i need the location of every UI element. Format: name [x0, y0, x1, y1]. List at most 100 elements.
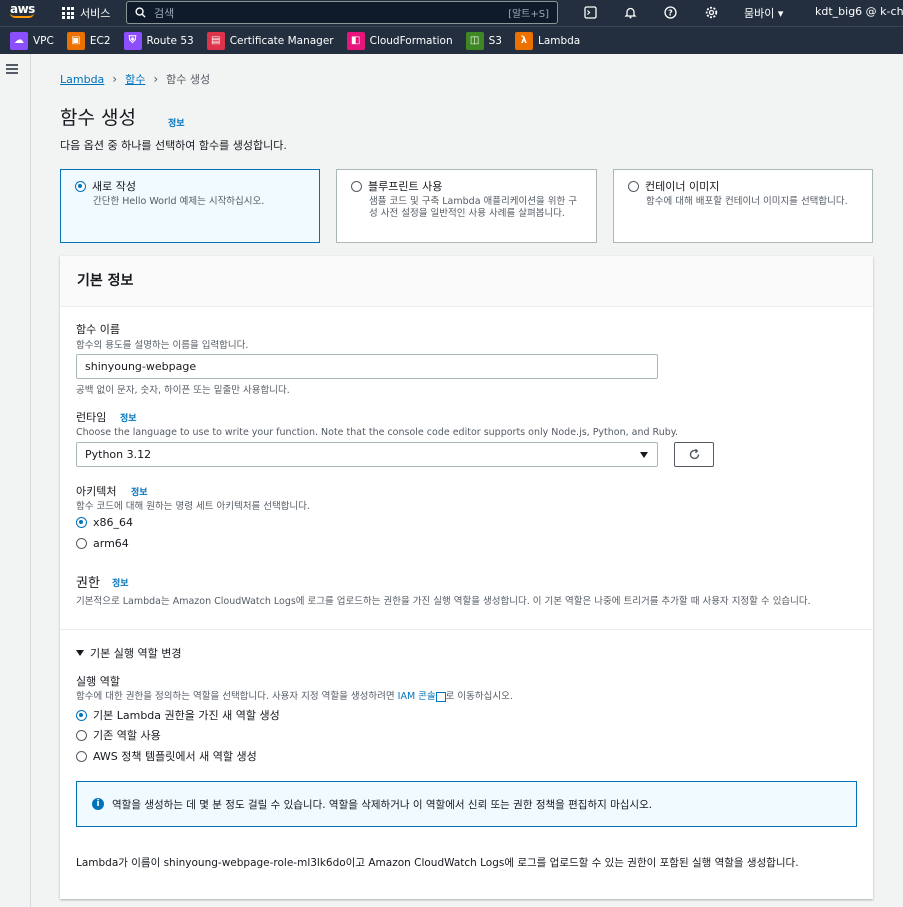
services-menu-button[interactable]: 서비스	[62, 4, 110, 22]
role-desc-text: 함수에 대한 권한을 정의하는 역할을 선택합니다. 사용자 지정 역할을 생성…	[76, 691, 398, 702]
arch-option-arm64[interactable]: arm64	[76, 537, 129, 550]
region-selector[interactable]: 뭄바이 ▾	[744, 5, 783, 21]
page-description: 다음 옵션 중 하나를 선택하여 함수를 생성합니다.	[60, 139, 287, 152]
radio-unselected[interactable]	[76, 538, 87, 549]
favorite-ec2[interactable]: ▣ EC2	[66, 31, 111, 50]
option-title: 블루프린트 사용	[368, 180, 443, 193]
breadcrumb-functions-link[interactable]: 함수	[125, 71, 145, 87]
favorite-route53[interactable]: ⛨ Route 53	[123, 31, 194, 50]
runtime-label: 런타임	[76, 411, 107, 424]
option-author-from-scratch[interactable]: 새로 작성 간단한 Hello World 예제는 시작하십시오.	[60, 169, 320, 243]
basic-info-panel: 기본 정보 함수 이름 함수의 용도를 설명하는 이름을 입력합니다. shin…	[60, 256, 873, 899]
runtime-select[interactable]: Python 3.12	[76, 442, 658, 467]
breadcrumb-lambda-link[interactable]: Lambda	[60, 73, 104, 86]
search-placeholder: 검색	[154, 6, 175, 20]
favorite-label: Route 53	[146, 34, 194, 47]
certificate-manager-icon: ▤	[206, 31, 225, 50]
favorite-label: VPC	[33, 34, 54, 47]
lambda-icon: λ	[514, 31, 533, 50]
vpc-icon: ☁	[10, 31, 28, 50]
favorite-lambda[interactable]: λ Lambda	[514, 31, 581, 50]
breadcrumb-current: 함수 생성	[166, 73, 211, 86]
account-menu[interactable]: kdt_big6 @ k-chunja	[815, 5, 903, 18]
expander-label: 기본 실행 역할 변경	[90, 647, 182, 660]
favorite-certificate-manager[interactable]: ▤ Certificate Manager	[206, 31, 334, 50]
function-name-constraint: 공백 없이 문자, 숫자, 하이픈 또는 밑줄만 사용합니다.	[76, 385, 290, 396]
aws-logo[interactable]: aws	[10, 2, 38, 22]
runtime-info-link[interactable]: 정보	[120, 411, 137, 424]
radio-unselected[interactable]	[76, 750, 87, 762]
ec2-icon: ▣	[66, 31, 85, 50]
title-info-link[interactable]: 정보	[168, 116, 185, 129]
architecture-description: 함수 코드에 대해 원하는 명령 세트 아키텍처를 선택합니다.	[76, 501, 310, 512]
external-link-icon	[435, 691, 446, 702]
search-shortcut-hint: [알트+S]	[508, 9, 549, 20]
refresh-icon	[689, 448, 699, 460]
cloudformation-icon: ◧	[346, 31, 365, 50]
function-name-label: 함수 이름	[76, 323, 120, 336]
favorite-vpc[interactable]: ☁ VPC	[10, 31, 54, 50]
hamburger-menu-icon[interactable]	[6, 64, 18, 76]
option-title: 컨테이너 이미지	[645, 180, 720, 193]
favorite-label: Lambda	[537, 34, 581, 47]
option-container-image[interactable]: 컨테이너 이미지 함수에 대해 배포할 컨테이너 이미지를 선택합니다.	[613, 169, 873, 243]
page-title: 함수 생성	[60, 107, 136, 129]
notifications-bell-icon[interactable]	[620, 2, 640, 22]
favorite-label: Certificate Manager	[229, 34, 334, 47]
chevron-right-icon: ›	[153, 72, 159, 86]
s3-icon: ◫	[465, 31, 484, 50]
search-input[interactable]: 검색 [알트+S]	[126, 1, 558, 24]
route53-icon: ⛨	[123, 31, 142, 50]
panel-heading: 기본 정보	[60, 256, 873, 307]
radio-unselected[interactable]	[628, 180, 639, 192]
aws-logo-text: aws	[10, 2, 35, 16]
arch-option-label: arm64	[93, 537, 129, 550]
execution-role-label: 실행 역할	[76, 675, 120, 688]
radio-unselected[interactable]	[76, 729, 87, 741]
role-option-existing[interactable]: 기존 역할 사용	[76, 727, 161, 743]
architecture-info-link[interactable]: 정보	[131, 485, 148, 498]
permissions-info-link[interactable]: 정보	[112, 576, 129, 589]
runtime-selected-value: Python 3.12	[85, 448, 152, 461]
search-icon	[135, 7, 146, 18]
settings-gear-icon[interactable]	[701, 2, 721, 22]
role-summary-text: Lambda가 이름이 shinyoung-webpage-role-ml3lk…	[76, 857, 799, 869]
favorite-s3[interactable]: ◫ S3	[465, 31, 502, 50]
change-execution-role-expander[interactable]: 기본 실행 역할 변경	[76, 645, 181, 661]
services-label: 서비스	[80, 7, 111, 20]
cloudshell-icon[interactable]	[580, 2, 600, 22]
function-name-description: 함수의 용도를 설명하는 이름을 입력합니다.	[76, 340, 249, 351]
role-option-label: 기존 역할 사용	[93, 729, 161, 742]
role-option-new-basic[interactable]: 기본 Lambda 권한을 가진 새 역할 생성	[76, 707, 280, 723]
radio-selected[interactable]	[76, 709, 87, 721]
radio-selected[interactable]	[75, 180, 86, 192]
option-title: 새로 작성	[92, 180, 136, 193]
caret-down-icon	[640, 452, 648, 458]
permissions-heading: 권한	[76, 576, 100, 591]
info-icon: i	[92, 798, 104, 810]
services-grid-icon	[62, 7, 74, 19]
svg-text:?: ?	[668, 8, 673, 17]
option-use-blueprint[interactable]: 블루프린트 사용 샘플 코드 및 구축 Lambda 애플리케이션을 위한 구성…	[336, 169, 597, 243]
function-name-input[interactable]: shinyoung-webpage	[76, 354, 658, 379]
favorite-cloudformation[interactable]: ◧ CloudFormation	[346, 31, 453, 50]
favorite-label: EC2	[89, 34, 111, 47]
chevron-right-icon: ›	[112, 72, 118, 86]
permissions-description: 기본적으로 Lambda는 Amazon CloudWatch Logs에 로그…	[76, 596, 811, 607]
radio-unselected[interactable]	[351, 180, 362, 192]
option-description: 함수에 대해 배포할 컨테이너 이미지를 선택합니다.	[646, 196, 848, 207]
option-description: 샘플 코드 및 구축 Lambda 애플리케이션을 위한 구성 사전 설정을 일…	[369, 196, 577, 219]
execution-role-description: 함수에 대한 권한을 정의하는 역할을 선택합니다. 사용자 지정 역할을 생성…	[76, 688, 513, 702]
breadcrumb: Lambda › 함수 › 함수 생성	[60, 71, 210, 87]
iam-console-link[interactable]: IAM 콘솔	[398, 691, 436, 702]
arch-option-x86[interactable]: x86_64	[76, 516, 133, 529]
role-option-policy-template[interactable]: AWS 정책 템플릿에서 새 역할 생성	[76, 748, 257, 764]
radio-selected[interactable]	[76, 517, 87, 528]
sidebar-divider	[30, 54, 31, 907]
option-description: 간단한 Hello World 예제는 시작하십시오.	[93, 196, 265, 207]
top-navigation: aws 서비스 검색 [알트+S] ? 뭄바이 ▾ kdt_big6 @ k-c…	[0, 0, 903, 26]
favorite-label: S3	[488, 34, 502, 47]
help-icon[interactable]: ?	[660, 2, 680, 22]
refresh-button[interactable]	[674, 442, 714, 467]
favorite-label: CloudFormation	[369, 34, 453, 47]
